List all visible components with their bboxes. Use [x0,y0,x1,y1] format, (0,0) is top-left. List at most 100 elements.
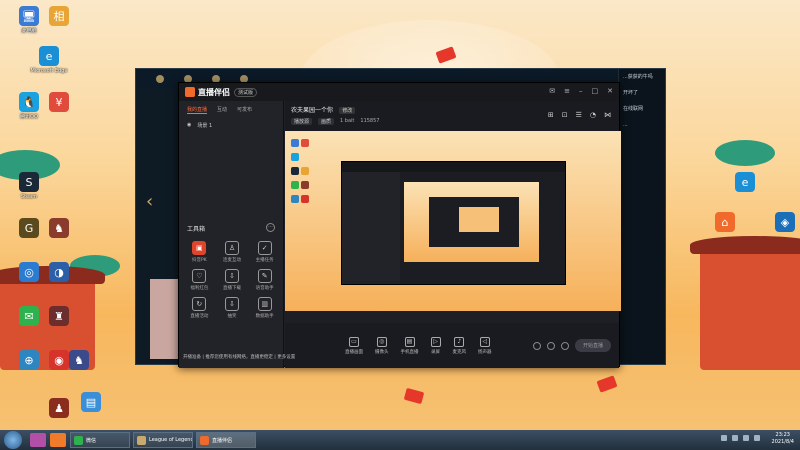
source-icon: ▭ [349,336,359,347]
tool-item[interactable]: ▥ 数据助手 [248,297,281,319]
desktop-icon[interactable]: ♜ [34,306,84,328]
eye-icon[interactable]: ◉ [187,122,191,129]
tool-item[interactable]: ♡ 福利红包 [183,269,216,291]
source-button[interactable]: ▷ 录屏 [430,336,441,355]
streaming-app-window[interactable]: 直播伴侣 测试版 ✉ ≡ – □ ✕ 我的直播 互动 可发布 ◉ 场景 1 工具… [178,82,621,368]
tool-item[interactable]: ↻ 直播活动 [183,297,216,319]
gift-icon[interactable]: ⊞ [548,111,554,119]
bell-icon[interactable]: ◔ [590,111,596,119]
chevron-left-icon[interactable]: ‹ [146,191,153,212]
share-icon[interactable]: ⋈ [604,111,611,119]
tool-item[interactable]: ♙ 连麦互动 [216,241,249,263]
desktop-icon[interactable]: ◈ [760,212,800,234]
desktop-icon[interactable]: ▤ [66,392,116,414]
bottom-toolbar: ▭ 直播画面 ◎ 摄像头 ▤ 手机直播 ▷ 录屏 ♪ 麦克风 ◁ 扬声器 开始直播 [285,323,619,368]
tab-interact[interactable]: 互动 [217,106,227,114]
app-icon: ¥ [49,92,69,112]
taskbar-task[interactable]: 微信 [70,432,130,448]
tool-item[interactable]: ▣ 抖音PK [183,241,216,263]
tray-icon[interactable] [732,435,738,441]
desktop-icon[interactable]: ¥ [34,92,84,114]
source-icon: ▷ [430,336,441,347]
quick-launch-icon[interactable] [50,433,66,447]
task-label: 直播伴侣 [212,437,233,444]
status-bar: 开播准备 | 推荐您使用有线网络，直播更稳定 | 更多设置 [183,355,296,360]
task-icon [200,435,209,445]
task-label: League of Legends [149,437,193,443]
message-icon[interactable]: ✉ [549,87,555,95]
preview-desktop-icon [301,139,309,147]
desktop-icon[interactable]: e Microsoft Edge [24,46,74,74]
desktop-icon[interactable]: S Steam [4,172,54,200]
network-icon[interactable] [743,435,749,441]
tray-icon[interactable] [721,435,727,441]
tool-label: 主播任务 [255,258,274,263]
tool-item[interactable]: ✎ 语音助手 [248,269,281,291]
desktop-icon[interactable]: ⊕ [4,350,54,372]
menu-icon[interactable]: ≡ [564,87,570,95]
lock-icon[interactable]: ⊡ [562,111,568,119]
tool-label: 连麦互动 [222,258,241,263]
gear-icon[interactable] [560,341,569,350]
taskbar-task[interactable]: 直播伴侣 [196,432,256,448]
lol-nav-icon[interactable] [156,75,164,83]
tab-publish[interactable]: 可发布 [237,106,252,114]
tool-icon: ▣ [192,241,207,255]
clock[interactable]: 23:23 2021/8/4 [772,432,794,446]
preview-desktop-icon [301,167,309,175]
more-icon[interactable]: ··· [266,223,275,232]
edit-room-button[interactable]: 修改 [339,107,356,114]
start-live-button[interactable]: 开始直播 [574,339,611,352]
source-button[interactable]: ▤ 手机直播 [401,336,419,355]
app-icon: ◈ [775,212,795,232]
tool-item[interactable]: ⇩ 抽奖 [216,297,249,319]
app-icon: ⊕ [19,350,39,370]
source-label: 扬声器 [478,349,492,355]
source-button[interactable]: ♪ 麦克风 [453,336,466,355]
maximize-icon[interactable]: □ [592,87,599,95]
settings-icon[interactable] [546,341,555,350]
lol-friends-panel: ...获获的牛吗 开坏了 在线联网 ... [618,69,665,364]
desktop-icon[interactable]: ♞ [54,350,104,372]
source-button[interactable]: ◁ 扬声器 [478,336,492,355]
app-logo-icon [185,87,195,97]
tool-item[interactable]: ⇩ 直播下载 [216,269,249,291]
source-button[interactable]: ▭ 直播画面 [345,336,363,355]
desktop-icon[interactable]: 相 [34,6,84,28]
source-icon: ◁ [479,336,490,347]
tab-my-live[interactable]: 我的直播 [187,106,208,114]
desktop-icon[interactable]: ⌂ [700,212,750,234]
minimize-icon[interactable]: – [579,87,583,95]
list-icon[interactable]: ☰ [576,111,582,119]
taskbar: 微信 League of Legends 直播伴侣 23:23 2021/8/4 [0,430,800,450]
scene-row[interactable]: ◉ 场景 1 [179,119,283,132]
desktop-icon[interactable]: ♞ [34,218,84,240]
tools-grid: ▣ 抖音PK ♙ 连麦互动 ✓ 主播任务 ♡ 福利红包 ⇩ 直播下载 ✎ 语音助手 ↻ 直播活动 ⇩ 抽奖 ▥ 数… [183,241,281,319]
app-left-panel: 我的直播 互动 可发布 ◉ 场景 1 工具箱 ··· ▣ 抖音PK ♙ 连麦互动 ✓ 主播… [179,101,284,368]
tool-label: 福利红包 [190,286,209,291]
source-label: 摄像头 [375,349,389,355]
desktop-icon[interactable]: ◑ [34,262,84,284]
desktop-icon[interactable]: e [720,172,770,194]
start-button[interactable] [4,431,22,449]
room-meta-text: 1 bait [340,118,355,124]
quick-launch-icon[interactable] [30,433,46,447]
taskbar-task[interactable]: League of Legends [133,432,193,448]
room-meta: 播放源 画质 1 bait 115857 [291,118,613,125]
room-title: 农夫果园一个你 [291,107,334,114]
preview-desktop-icon [291,153,299,161]
tool-item[interactable]: ✓ 主播任务 [248,241,281,263]
app-icon: ▤ [81,392,101,412]
record-icon[interactable] [532,341,541,350]
room-meta-chip[interactable]: 画质 [318,118,335,125]
system-tray [721,435,760,441]
close-icon[interactable]: ✕ [607,87,613,95]
live-preview[interactable] [285,131,621,311]
desktop-icon-label: 此电脑 [21,28,37,34]
app-icon: 相 [49,6,69,26]
room-meta-chip[interactable]: 播放源 [291,118,313,125]
volume-icon[interactable] [754,435,760,441]
source-button[interactable]: ◎ 摄像头 [375,336,389,355]
tool-label: 语音助手 [255,286,274,291]
source-icon: ▤ [404,336,415,347]
